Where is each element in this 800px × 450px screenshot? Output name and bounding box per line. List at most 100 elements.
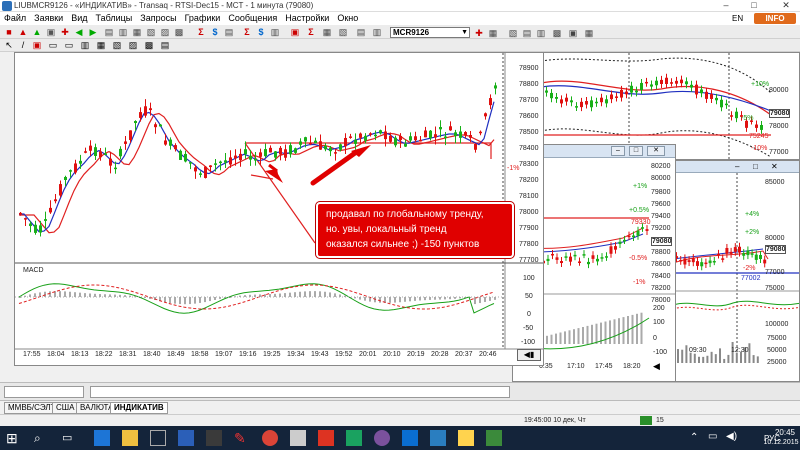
close-button[interactable]: ✕ — [776, 0, 796, 12]
pin-icon[interactable]: ✎ — [234, 430, 250, 446]
sum-icon-2[interactable]: Σ — [242, 27, 252, 37]
candle — [695, 84, 698, 95]
toolbar-icon-16[interactable]: ▤ — [224, 27, 234, 37]
toolbar-draw-6[interactable]: ▦ — [96, 40, 106, 50]
candle — [264, 149, 267, 157]
transaq-icon[interactable] — [402, 430, 418, 446]
tray-up-icon[interactable]: ⌃ — [690, 432, 698, 443]
tab-usa[interactable]: США — [52, 402, 79, 414]
menu-messages[interactable]: Сообщения — [224, 12, 281, 25]
toolbar-icon-19[interactable]: ▥ — [270, 27, 280, 37]
minimize-button[interactable]: – — [716, 0, 736, 12]
chrome-icon[interactable] — [262, 430, 278, 446]
ticker-select[interactable]: MCR9126 ▼ — [390, 27, 470, 38]
task-view-icon[interactable]: ▭ — [62, 430, 78, 446]
mid-scroll-arrow-icon[interactable]: ◀ — [653, 361, 660, 372]
toolbar-icon-28[interactable]: ▧ — [508, 28, 518, 38]
toolbar-icon-25[interactable]: ▥ — [372, 27, 382, 37]
store-icon[interactable] — [150, 430, 166, 446]
right-minimize-icon[interactable]: – — [735, 162, 739, 171]
toolbar-icon-27[interactable]: ▦ — [488, 28, 498, 38]
right-maximize-icon[interactable]: □ — [753, 162, 758, 171]
pdf-icon[interactable] — [318, 430, 334, 446]
info-button[interactable]: INFO — [754, 13, 796, 24]
calculator-icon[interactable] — [290, 430, 306, 446]
middle-minimize-button[interactable]: – — [611, 146, 625, 156]
network-icon[interactable]: ▭ — [708, 431, 717, 442]
toolbar-draw-1[interactable]: / — [18, 40, 28, 50]
volume-bar — [727, 354, 730, 363]
word-icon[interactable] — [178, 430, 194, 446]
cursor-icon[interactable]: ↖ — [4, 40, 14, 50]
volume-icon[interactable]: ◀) — [726, 431, 737, 442]
toolbar-draw-9[interactable]: ▩ — [144, 40, 154, 50]
menu-charts[interactable]: Графики — [181, 12, 225, 25]
toolbar-icon-31[interactable]: ▩ — [552, 28, 562, 38]
toolbar-draw-3[interactable]: ▭ — [48, 40, 58, 50]
sum-icon[interactable]: Σ — [196, 27, 206, 37]
scroll-end-button[interactable]: ◀▮ — [517, 349, 541, 361]
toolbar-icon-5[interactable]: ✚ — [60, 27, 70, 37]
edge-icon[interactable] — [94, 430, 110, 446]
toolbar-icon-3[interactable]: ▲ — [32, 27, 42, 37]
macd-bar — [49, 291, 51, 297]
maximize-button[interactable]: □ — [744, 0, 764, 12]
toolbar-icon-9[interactable]: ▥ — [118, 27, 128, 37]
toolbar-draw-5[interactable]: ▥ — [80, 40, 90, 50]
toolbar-icon-26[interactable]: ✚ — [474, 28, 484, 38]
toolbar-icon-2[interactable]: ▲ — [18, 27, 28, 37]
tab-indicative[interactable]: ИНДИКАТИВ — [110, 402, 168, 414]
search-icon[interactable]: ⌕ — [34, 430, 50, 446]
app-icon-16[interactable] — [486, 430, 502, 446]
dollar-icon[interactable]: $ — [210, 27, 220, 37]
menu-file[interactable]: Файл — [0, 12, 30, 25]
toolbar-draw-2[interactable]: ▣ — [32, 40, 42, 50]
toolbar-draw-10[interactable]: ▤ — [160, 40, 170, 50]
folder-icon[interactable] — [122, 430, 138, 446]
toolbar-draw-7[interactable]: ▧ — [112, 40, 122, 50]
toolbar-draw-4[interactable]: ▭ — [64, 40, 74, 50]
dollar-icon-2[interactable]: $ — [256, 27, 266, 37]
menu-view[interactable]: Вид — [67, 12, 91, 25]
toolbar-draw-8[interactable]: ▨ — [128, 40, 138, 50]
menu-window[interactable]: Окно — [333, 12, 362, 25]
toolbar-icon-10[interactable]: ▦ — [132, 27, 142, 37]
app-icon-14[interactable] — [430, 430, 446, 446]
toolbar-icon-29[interactable]: ▤ — [522, 28, 532, 38]
middle-maximize-button[interactable]: □ — [629, 146, 643, 156]
forward-icon[interactable]: ▶ — [88, 27, 98, 37]
toolbar-icon-11[interactable]: ▧ — [146, 27, 156, 37]
back-icon[interactable]: ◀ — [74, 27, 84, 37]
menu-tables[interactable]: Таблицы — [92, 12, 137, 25]
menu-queries[interactable]: Запросы — [136, 12, 180, 25]
toolbar-icon-23[interactable]: ▧ — [338, 27, 348, 37]
toolbar-icon-20[interactable]: ▣ — [290, 27, 300, 37]
macd-bar — [334, 293, 336, 297]
viber-icon[interactable] — [374, 430, 390, 446]
toolbar-icon-33[interactable]: ▦ — [584, 28, 594, 38]
macd-bar — [419, 297, 421, 301]
mid-tick-78800: 78800 — [651, 249, 671, 256]
language-en[interactable]: EN — [732, 14, 743, 23]
toolbar-icon-12[interactable]: ▨ — [160, 27, 170, 37]
toolbar-icon-22[interactable]: ▦ — [322, 27, 332, 37]
menu-settings[interactable]: Настройки — [281, 12, 333, 25]
windows-start-icon[interactable]: ⊞ — [6, 430, 22, 446]
sum-icon-3[interactable]: Σ — [306, 27, 316, 37]
app-icon-6[interactable] — [206, 430, 222, 446]
toolbar-icon-4[interactable]: ▣ — [46, 27, 56, 37]
middle-close-button[interactable]: ✕ — [647, 146, 665, 156]
app-icon-15[interactable] — [458, 430, 474, 446]
toolbar-icon-1[interactable]: ■ — [4, 27, 14, 37]
toolbar-icon-13[interactable]: ▩ — [174, 27, 184, 37]
menu-orders[interactable]: Заявки — [30, 12, 67, 25]
toolbar-icon-24[interactable]: ▤ — [356, 27, 366, 37]
right-close-icon[interactable]: ✕ — [771, 162, 778, 171]
chart-window-right[interactable]: ✕ □ – 85000 +4% +2% 80000 79080 -2% 7700… — [672, 160, 800, 382]
toolbar-icon-32[interactable]: ▣ — [568, 28, 578, 38]
toolbar-icon-30[interactable]: ▥ — [536, 28, 546, 38]
clock[interactable]: 20:45 10.12.2015 — [763, 428, 800, 448]
app-icon-11[interactable] — [346, 430, 362, 446]
clock-date: 10.12.2015 — [763, 439, 799, 446]
toolbar-icon-8[interactable]: ▤ — [104, 27, 114, 37]
